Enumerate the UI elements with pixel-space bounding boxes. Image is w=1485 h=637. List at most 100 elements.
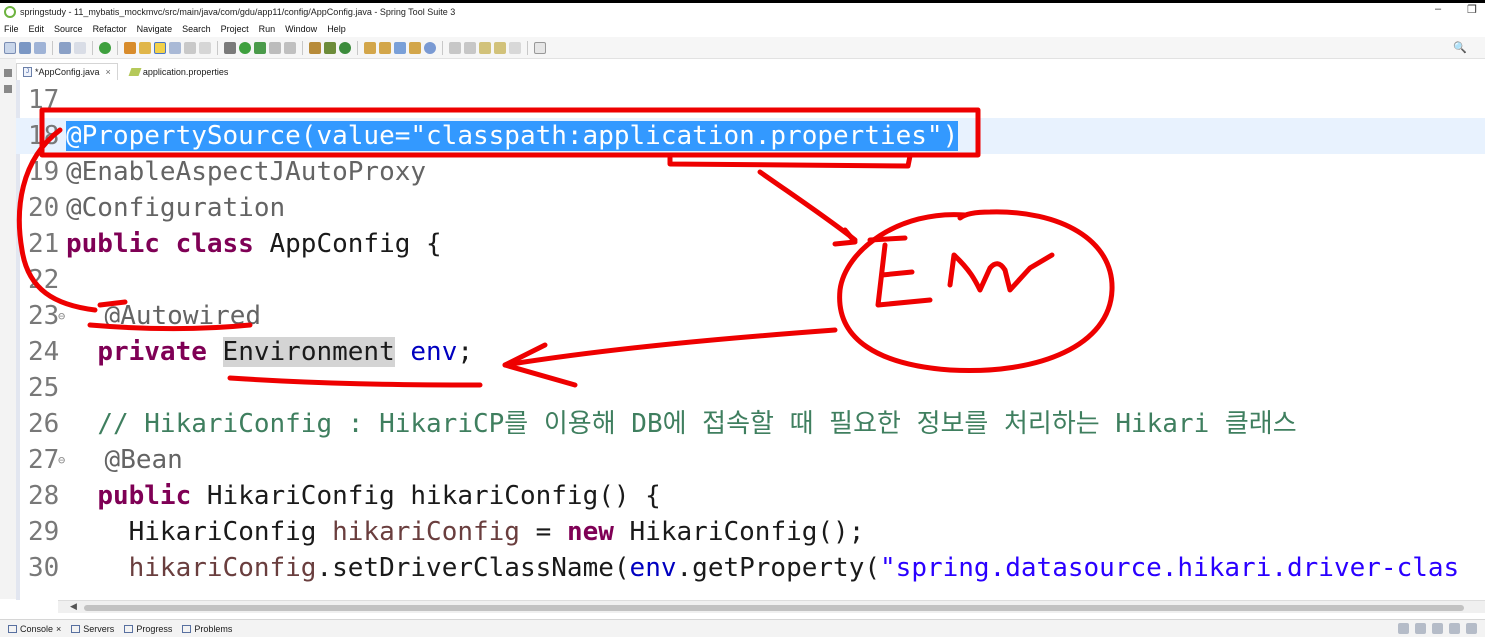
fold-icon[interactable]: ⊖: [58, 453, 65, 467]
next-annotation-icon[interactable]: [449, 41, 461, 54]
menu-window[interactable]: Window: [285, 24, 317, 34]
tab-problems[interactable]: Problems: [182, 624, 232, 634]
menu-file[interactable]: File: [4, 24, 19, 34]
new-console-icon[interactable]: [1432, 623, 1443, 634]
code-line: 28 public HikariConfig hikariConfig() {: [28, 481, 661, 511]
bottom-view-bar: Console × Servers Progress Problems: [0, 619, 1485, 637]
code-line: 22: [28, 265, 60, 295]
menu-source[interactable]: Source: [54, 24, 83, 34]
toolbar-separator: [527, 40, 528, 55]
left-trim-bar: [0, 59, 16, 599]
tab-label: application.properties: [142, 66, 229, 77]
last-edit-icon[interactable]: [479, 41, 491, 54]
show-whitespace-icon[interactable]: [169, 41, 181, 54]
outline-icon[interactable]: [4, 85, 12, 93]
restore-button[interactable]: ❐: [1467, 3, 1477, 16]
code-line: 25: [28, 373, 60, 403]
coverage-icon[interactable]: [254, 41, 266, 54]
code-line: 24 private Environment env;: [28, 337, 474, 367]
restore-view-icon[interactable]: [4, 69, 12, 77]
open-file-icon[interactable]: [379, 41, 391, 54]
menu-run[interactable]: Run: [259, 24, 276, 34]
new-window-icon[interactable]: [534, 41, 546, 54]
toolbar-separator: [302, 40, 303, 55]
code-line: 19 @EnableAspectJAutoProxy: [28, 157, 427, 187]
horizontal-scrollbar[interactable]: ◀: [58, 600, 1485, 613]
new-icon[interactable]: [4, 41, 16, 54]
toolbar-separator: [52, 40, 53, 55]
code-line: 29 HikariConfig hikariConfig = new Hikar…: [28, 517, 865, 547]
previous-annotation-icon[interactable]: [464, 41, 476, 54]
window-title: springstudy - 11_mybatis_mockmvc/src/mai…: [20, 6, 456, 17]
build-icon[interactable]: [284, 41, 296, 54]
tab-console[interactable]: Console ×: [8, 624, 61, 634]
open-console-icon[interactable]: [1398, 623, 1409, 634]
toolbar-separator: [217, 40, 218, 55]
search-icon[interactable]: 🔍: [1453, 41, 1467, 54]
external-tools-icon[interactable]: [269, 41, 281, 54]
new-package-icon[interactable]: [324, 41, 336, 54]
close-icon[interactable]: ×: [106, 67, 111, 77]
toolbar-separator: [92, 40, 93, 55]
occurrence-highlight: Environment: [222, 337, 395, 367]
perspective-icon[interactable]: [1466, 623, 1477, 634]
tab-label: *AppConfig.java: [35, 67, 100, 77]
menu-help[interactable]: Help: [327, 24, 346, 34]
menu-project[interactable]: Project: [221, 24, 249, 34]
print-icon[interactable]: [59, 41, 71, 54]
code-line: 23⊖ @Autowired: [28, 301, 262, 331]
java-file-icon: J: [23, 67, 32, 77]
code-comment: // HikariConfig : HikariCP를 이용해 DB에 접속할 …: [97, 409, 1297, 439]
block-selection-icon[interactable]: [184, 41, 196, 54]
menu-refactor[interactable]: Refactor: [93, 24, 127, 34]
close-icon[interactable]: ×: [56, 624, 61, 634]
code-editor[interactable]: 17 18 @PropertySource(value="classpath:ap…: [16, 80, 1485, 600]
minimize-button[interactable]: –: [1435, 3, 1441, 16]
tab-progress[interactable]: Progress: [124, 624, 172, 634]
highlight-icon[interactable]: [154, 41, 166, 54]
forward-icon[interactable]: [509, 41, 521, 54]
console-icon: [8, 624, 17, 633]
main-toolbar: 🔍: [0, 37, 1485, 59]
maximize-view-icon[interactable]: [1449, 623, 1460, 634]
spring-tool-suite-icon: [4, 5, 16, 18]
scrollbar-thumb[interactable]: [84, 605, 1464, 611]
toolbar-separator: [357, 40, 358, 55]
task-icon[interactable]: [139, 41, 151, 54]
code-line: 27⊖ @Bean: [28, 445, 183, 475]
fold-icon[interactable]: ⊖: [58, 309, 65, 323]
save-all-icon[interactable]: [34, 41, 46, 54]
back-icon[interactable]: [494, 41, 506, 54]
code-line: 17: [28, 85, 60, 115]
servers-icon: [71, 624, 81, 633]
properties-file-icon: [128, 67, 142, 76]
menu-bar: File Edit Source Refactor Navigate Searc…: [0, 20, 1485, 37]
scroll-left-icon[interactable]: ◀: [70, 601, 77, 612]
display-selected-console-icon[interactable]: [1415, 623, 1426, 634]
open-folder-icon[interactable]: [364, 41, 376, 54]
tab-appconfig-java[interactable]: J *AppConfig.java ×: [16, 63, 118, 80]
toolbar-separator: [117, 40, 118, 55]
progress-icon: [124, 624, 134, 633]
menu-search[interactable]: Search: [182, 24, 211, 34]
new-class-icon[interactable]: [339, 41, 351, 54]
tab-application-properties[interactable]: application.properties: [124, 63, 235, 80]
selected-annotation: @PropertySource(value="classpath:applica…: [66, 121, 959, 151]
title-bar: springstudy - 11_mybatis_mockmvc/src/mai…: [0, 0, 1485, 20]
code-line: 20 @Configuration: [28, 193, 286, 223]
new-java-project-icon[interactable]: [309, 41, 321, 54]
paragraph-icon[interactable]: [199, 41, 211, 54]
open-type-icon[interactable]: [124, 41, 136, 54]
run-icon[interactable]: [239, 41, 251, 54]
debug-icon[interactable]: [224, 41, 236, 54]
menu-edit[interactable]: Edit: [29, 24, 45, 34]
code-line: 21 public class AppConfig {: [28, 229, 442, 259]
pencil-icon[interactable]: [394, 41, 406, 54]
globe-icon[interactable]: [424, 41, 436, 54]
search-folder-icon[interactable]: [409, 41, 421, 54]
tab-servers[interactable]: Servers: [71, 624, 114, 634]
menu-navigate[interactable]: Navigate: [137, 24, 173, 34]
spring-boot-icon[interactable]: [99, 41, 111, 54]
save-icon[interactable]: [19, 41, 31, 54]
toggle-icon[interactable]: [74, 41, 86, 54]
